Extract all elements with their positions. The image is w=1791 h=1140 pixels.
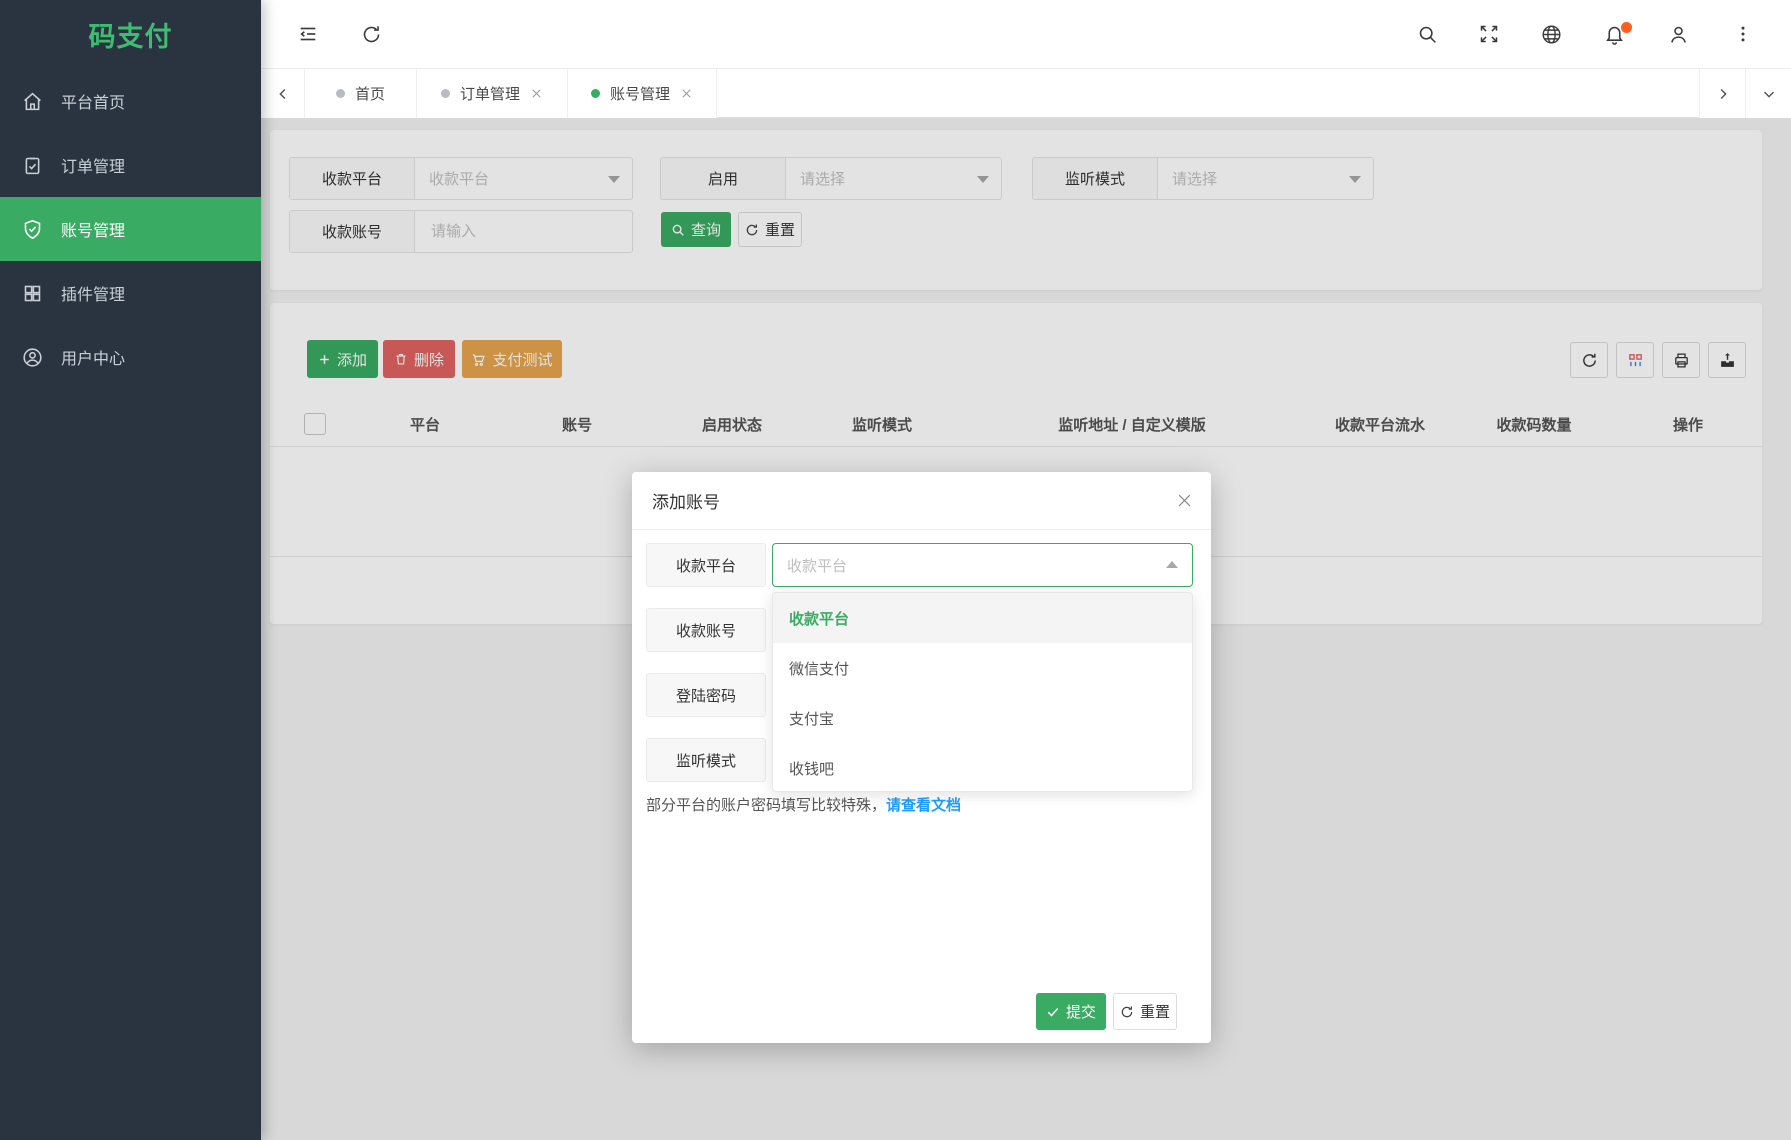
tab-bar: 首页 订单管理 账号管理 bbox=[261, 68, 1791, 118]
modal-platform-label: 收款平台 bbox=[646, 543, 766, 587]
person-icon bbox=[1670, 26, 1686, 43]
tabs-scroll-left-button[interactable] bbox=[261, 69, 305, 118]
more-menu-button[interactable] bbox=[1723, 14, 1763, 54]
dropdown-option-alipay[interactable]: 支付宝 bbox=[773, 693, 1192, 743]
tab-home[interactable]: 首页 bbox=[305, 69, 417, 118]
tab-label: 订单管理 bbox=[459, 86, 520, 103]
modal-note: 部分平台的账户密码填写比较特殊，请查看文档 bbox=[646, 794, 961, 815]
account-button[interactable] bbox=[1658, 14, 1698, 54]
tab-close-button[interactable] bbox=[680, 87, 693, 100]
app-logo: 码支付 bbox=[88, 22, 173, 52]
modal-account-label: 收款账号 bbox=[646, 608, 766, 652]
tabs-scroll-right-button[interactable] bbox=[1699, 69, 1745, 118]
refresh-icon bbox=[363, 25, 379, 42]
clipboard-icon bbox=[25, 157, 40, 174]
modal-platform-select[interactable]: 收款平台 bbox=[772, 543, 1193, 587]
sidebar-item-label: 平台首页 bbox=[61, 95, 126, 112]
sidebar-item-label: 账号管理 bbox=[61, 223, 126, 240]
select-placeholder: 收款平台 bbox=[787, 557, 848, 575]
search-button[interactable] bbox=[1407, 14, 1447, 54]
modal-reset-label: 重置 bbox=[1140, 1004, 1171, 1021]
sidebar-item-label: 插件管理 bbox=[61, 287, 126, 304]
tab-label: 首页 bbox=[354, 86, 385, 103]
sidebar-item-label: 用户中心 bbox=[61, 351, 126, 368]
user-circle-icon bbox=[23, 347, 42, 367]
modal-title: 添加账号 bbox=[652, 493, 720, 512]
app-window: 码支付 平台首页 订单管理 账号管理 插件管理 用户中心 首页 订单管理 账号管… bbox=[0, 0, 1791, 1140]
tab-account-management[interactable]: 账号管理 bbox=[568, 69, 717, 118]
kebab-menu-icon bbox=[1741, 26, 1745, 42]
sidebar-item-user-center[interactable]: 用户中心 bbox=[0, 325, 261, 389]
sidebar: 码支付 平台首页 订单管理 账号管理 插件管理 用户中心 bbox=[0, 0, 261, 1140]
modal-close-button[interactable] bbox=[1176, 492, 1193, 509]
modal-password-label: 登陆密码 bbox=[646, 673, 766, 717]
fullscreen-icon bbox=[1480, 25, 1498, 43]
top-header bbox=[261, 0, 1791, 68]
notification-badge bbox=[1621, 22, 1632, 33]
docs-link[interactable]: 请查看文档 bbox=[886, 797, 961, 814]
collapse-menu-button[interactable] bbox=[288, 14, 328, 54]
tab-label: 账号管理 bbox=[609, 86, 670, 103]
grid-icon bbox=[24, 285, 41, 301]
add-account-modal: 添加账号 收款平台 收款平台 收款账号 登陆密码 监听模式 收款平台 微信支付 bbox=[632, 472, 1211, 1043]
globe-icon bbox=[1541, 24, 1561, 44]
submit-button-label: 提交 bbox=[1065, 1004, 1096, 1021]
note-text: 部分平台的账户密码填写比较特殊， bbox=[646, 797, 887, 814]
tab-status-dot bbox=[335, 89, 345, 98]
caret-up-icon bbox=[1166, 561, 1178, 568]
chevron-left-icon bbox=[278, 88, 285, 99]
refresh-icon bbox=[1121, 1005, 1133, 1017]
notifications-button[interactable] bbox=[1594, 14, 1634, 54]
modal-submit-button[interactable]: 提交 bbox=[1036, 993, 1106, 1030]
close-icon bbox=[1178, 494, 1191, 507]
close-icon bbox=[532, 89, 541, 98]
shield-check-icon bbox=[24, 219, 41, 239]
content-area: 收款平台 收款平台 启用 请选择 监听模式 请选择 收款账号 请输入 查询 重置… bbox=[261, 118, 1791, 1140]
dropdown-option-shouqianba[interactable]: 收钱吧 bbox=[773, 743, 1192, 791]
dropdown-option-platform[interactable]: 收款平台 bbox=[773, 593, 1192, 643]
menu-fold-icon bbox=[300, 27, 316, 41]
fullscreen-button[interactable] bbox=[1469, 14, 1509, 54]
language-button[interactable] bbox=[1531, 14, 1571, 54]
sidebar-nav: 平台首页 订单管理 账号管理 插件管理 用户中心 bbox=[0, 69, 261, 389]
refresh-page-button[interactable] bbox=[351, 14, 391, 54]
sidebar-item-order-management[interactable]: 订单管理 bbox=[0, 133, 261, 197]
tab-status-dot bbox=[440, 89, 450, 98]
modal-header: 添加账号 bbox=[632, 472, 1211, 530]
close-icon bbox=[682, 89, 691, 98]
dropdown-option-wechat-pay[interactable]: 微信支付 bbox=[773, 643, 1192, 693]
tabs-menu-button[interactable] bbox=[1745, 69, 1791, 118]
search-icon bbox=[1419, 26, 1436, 43]
sidebar-item-platform-home[interactable]: 平台首页 bbox=[0, 69, 261, 133]
platform-dropdown: 收款平台 微信支付 支付宝 收钱吧 bbox=[772, 592, 1193, 792]
modal-listen-mode-label: 监听模式 bbox=[646, 738, 766, 782]
check-icon bbox=[1047, 1007, 1059, 1017]
tab-status-dot bbox=[590, 89, 600, 98]
home-icon bbox=[24, 92, 41, 110]
modal-reset-button[interactable]: 重置 bbox=[1113, 993, 1177, 1030]
sidebar-item-plugin-management[interactable]: 插件管理 bbox=[0, 261, 261, 325]
tab-order-management[interactable]: 订单管理 bbox=[417, 69, 568, 118]
chevron-down-icon bbox=[1763, 91, 1774, 98]
tab-close-button[interactable] bbox=[530, 87, 543, 100]
sidebar-item-account-management[interactable]: 账号管理 bbox=[0, 197, 261, 261]
sidebar-item-label: 订单管理 bbox=[61, 159, 126, 176]
chevron-right-icon bbox=[1720, 88, 1727, 99]
